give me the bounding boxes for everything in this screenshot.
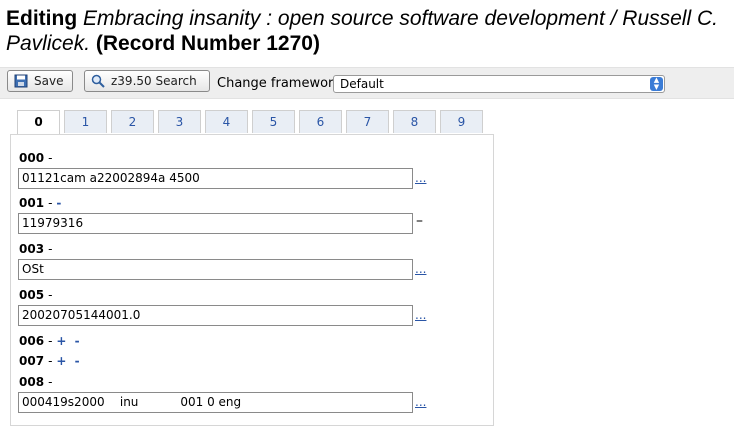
field-005-input[interactable]: 20020705144001.0	[18, 305, 413, 326]
z3950-search-button[interactable]: z39.50 Search	[84, 70, 210, 92]
magnifier-icon	[91, 74, 105, 88]
record-number: (Record Number 1270)	[95, 32, 320, 55]
tab-1[interactable]: 1	[64, 110, 107, 133]
field-003-plugin-link[interactable]: ...	[415, 262, 426, 276]
tab-5[interactable]: 5	[252, 110, 295, 133]
search-label: z39.50 Search	[111, 74, 197, 88]
field-001-trail: –	[416, 213, 423, 229]
field-003-label: 003-	[19, 242, 53, 256]
framework-value: Default	[340, 77, 384, 91]
field-007-add-remove[interactable]: + -	[56, 354, 81, 368]
field-000-plugin-link[interactable]: ...	[415, 171, 426, 185]
framework-label: Change framework:	[217, 76, 346, 91]
tab-9[interactable]: 9	[440, 110, 483, 133]
field-008-input[interactable]: 000419s2000 inu 001 0 eng	[18, 392, 413, 413]
page-title: Editing Embracing insanity : open source…	[6, 6, 730, 56]
tab-4[interactable]: 4	[205, 110, 248, 133]
floppy-disk-icon	[14, 74, 28, 88]
field-000-input[interactable]: 01121cam a22002894a 4500	[18, 168, 413, 189]
field-007-label: 007- + -	[19, 354, 82, 368]
field-003-input[interactable]: OSt	[18, 259, 413, 280]
toolbar: Save z39.50 Search Change framework: Def…	[0, 67, 734, 99]
save-label: Save	[34, 74, 64, 88]
field-001-label: 001- -	[19, 196, 64, 210]
field-000-label: 000-	[19, 151, 53, 165]
field-008-label: 008-	[19, 375, 53, 389]
field-006-add-remove[interactable]: + -	[56, 334, 81, 348]
tab-0[interactable]: 0	[17, 110, 60, 135]
field-005-plugin-link[interactable]: ...	[415, 308, 426, 322]
tab-2[interactable]: 2	[111, 110, 154, 133]
framework-select[interactable]: Default ▲ ▼	[333, 75, 665, 93]
title-prefix: Editing	[6, 7, 78, 30]
updown-arrow-icon: ▲ ▼	[650, 77, 663, 91]
tab-6[interactable]: 6	[299, 110, 342, 133]
save-button[interactable]: Save	[7, 70, 73, 92]
tab-7[interactable]: 7	[346, 110, 389, 133]
tab-3[interactable]: 3	[158, 110, 201, 133]
field-001-delete-link[interactable]: -	[56, 196, 63, 210]
field-008-plugin-link[interactable]: ...	[415, 395, 426, 409]
tab-8[interactable]: 8	[393, 110, 436, 133]
field-006-label: 006- + -	[19, 334, 82, 348]
field-005-label: 005-	[19, 288, 53, 302]
field-001-input[interactable]: 11979316	[18, 213, 413, 234]
